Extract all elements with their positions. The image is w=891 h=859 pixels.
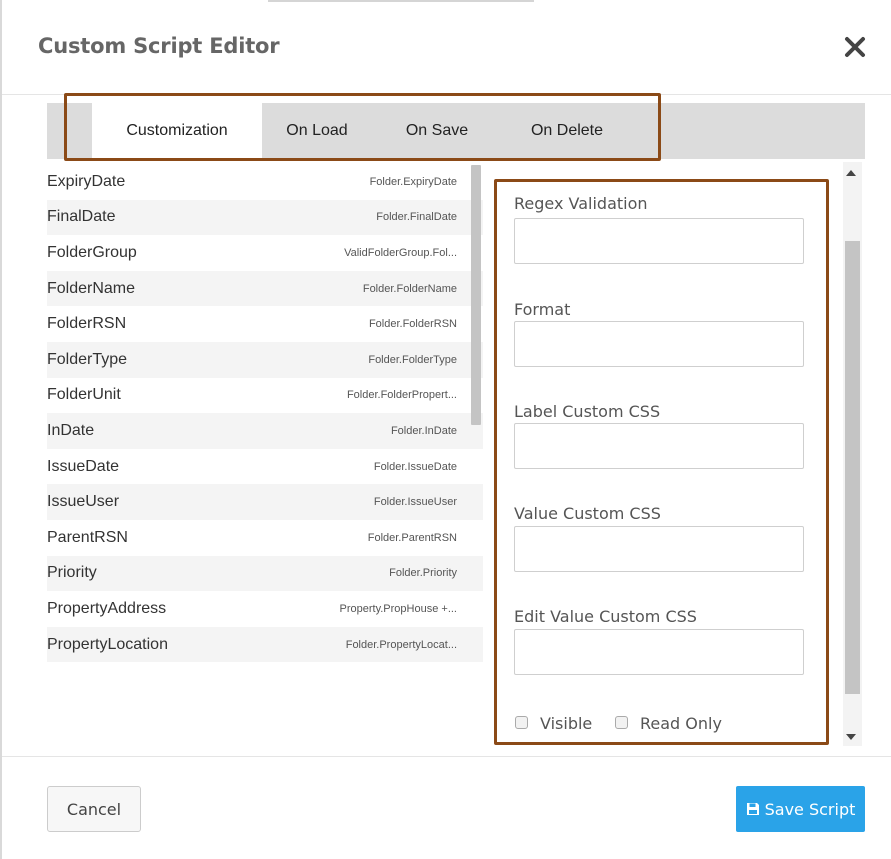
list-item[interactable]: FolderGroup ValidFolderGroup.Fol... [47, 235, 483, 271]
list-item[interactable]: InDate Folder.InDate [47, 413, 483, 449]
field-name: FolderUnit [47, 386, 121, 404]
tabs-highlight-box [64, 93, 661, 161]
list-item[interactable]: Priority Folder.Priority [47, 555, 483, 592]
field-path: Folder.FolderType [368, 353, 457, 366]
field-path: Folder.Priority [389, 567, 457, 580]
floppy-disk-icon [746, 803, 759, 815]
field-path: Folder.IssueDate [373, 460, 457, 473]
field-path: Folder.FinalDate [376, 211, 457, 224]
field-path: Folder.InDate [390, 424, 457, 437]
field-name: Priority [47, 564, 97, 582]
list-item[interactable]: FolderUnit Folder.FolderPropert... [47, 378, 483, 414]
list-scrollbar[interactable] [471, 165, 481, 425]
list-item[interactable]: FolderName Folder.FolderName [47, 270, 483, 307]
field-name: ExpiryDate [47, 172, 126, 190]
list-item[interactable]: PropertyLocation Folder.PropertyLocat... [47, 626, 483, 663]
list-item[interactable]: IssueUser Folder.IssueUser [47, 484, 483, 520]
field-path: Folder.ParentRSN [367, 531, 457, 544]
field-path: ValidFolderGroup.Fol... [344, 246, 457, 259]
field-path: Folder.FolderName [362, 282, 457, 295]
field-name: PropertyAddress [47, 599, 167, 617]
field-name: IssueDate [47, 457, 120, 475]
field-name: FolderName [47, 279, 136, 297]
list-item[interactable]: IssueDate Folder.IssueDate [47, 449, 483, 485]
scroll-down-arrow-icon[interactable] [846, 734, 856, 740]
save-script-label: Save Script [764, 799, 856, 819]
field-name: FolderGroup [47, 243, 137, 261]
field-path: Folder.ExpiryDate [369, 175, 457, 188]
panel-highlight-box [494, 179, 829, 745]
list-item[interactable]: PropertyAddress Property.PropHouse +... [47, 591, 483, 627]
footer-divider [2, 756, 891, 757]
panel-scrollbar-thumb[interactable] [845, 241, 860, 694]
field-name: FinalDate [47, 208, 116, 226]
field-path: Folder.FolderRSN [368, 318, 457, 331]
save-script-button[interactable]: Save Script [736, 786, 865, 832]
scroll-up-arrow-icon[interactable] [846, 170, 856, 176]
field-name: ParentRSN [47, 528, 128, 546]
cancel-button[interactable]: Cancel [47, 786, 141, 832]
field-name: InDate [47, 421, 95, 439]
dialog-title: Custom Script Editor [38, 34, 280, 58]
modal-border [0, 0, 2, 859]
field-list: ExpiryDate Folder.ExpiryDate FinalDate Fol… [47, 164, 483, 663]
list-item[interactable]: FinalDate Folder.FinalDate [47, 199, 483, 236]
field-name: PropertyLocation [47, 635, 168, 653]
field-name: FolderRSN [47, 315, 127, 333]
list-item[interactable]: ExpiryDate Folder.ExpiryDate [47, 164, 483, 200]
dialog-header: Custom Script Editor [2, 0, 891, 95]
list-item[interactable]: ParentRSN Folder.ParentRSN [47, 520, 483, 556]
list-item[interactable]: FolderRSN Folder.FolderRSN [47, 306, 483, 342]
field-path: Folder.PropertyLocat... [345, 638, 457, 651]
field-name: IssueUser [47, 493, 120, 511]
close-icon[interactable] [842, 34, 868, 60]
field-name: FolderType [47, 350, 128, 368]
field-path: Folder.FolderPropert... [346, 389, 457, 402]
field-path: Property.PropHouse +... [339, 602, 458, 615]
field-path: Folder.IssueUser [373, 496, 457, 509]
list-item[interactable]: FolderType Folder.FolderType [47, 341, 483, 378]
